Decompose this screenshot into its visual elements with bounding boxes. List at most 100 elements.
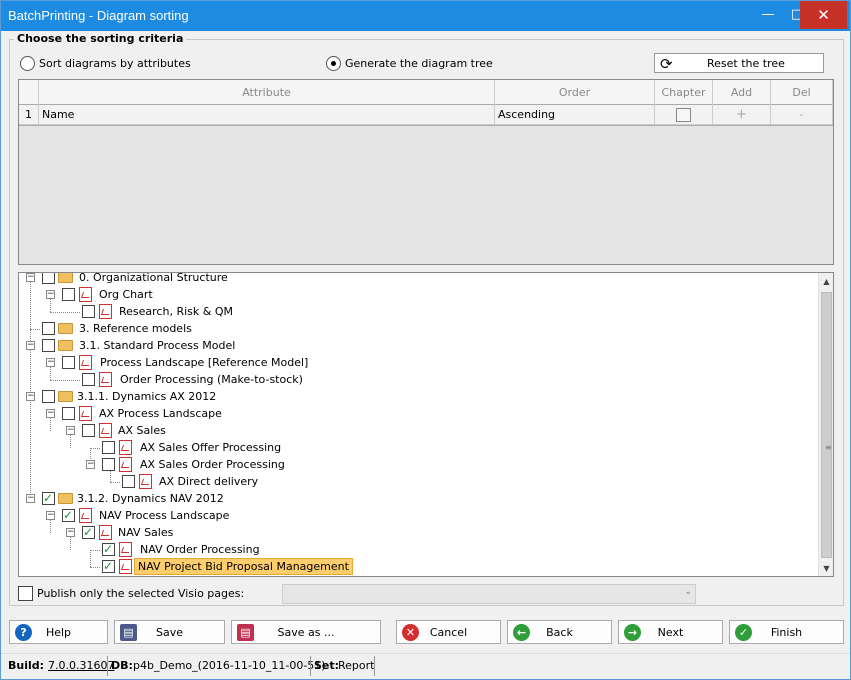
save-label: Save [155,626,183,639]
scroll-up-icon[interactable]: ▲ [819,274,833,289]
grid-del-button[interactable]: - [771,105,833,125]
tree-checkbox[interactable] [42,390,55,403]
grid-cell-attribute[interactable]: Name [39,105,495,125]
grid-row[interactable]: 1 Name Ascending + - [19,105,833,125]
collapse-toggle-icon[interactable]: − [46,511,55,520]
radio-sort-by-attributes[interactable]: Sort diagrams by attributes [20,55,191,71]
diagram-icon [79,355,92,370]
tree-connector [90,448,100,449]
tree-checkbox-checked[interactable] [62,507,75,524]
finish-button[interactable]: ✓ Finish [729,620,844,644]
tree-item[interactable]: − 3.1.1. Dynamics AX 2012 [19,388,809,405]
tree-checkbox[interactable] [62,356,75,369]
save-button[interactable]: ▤ Save [114,620,225,644]
tree-item-selected[interactable]: NAV Project Bid Proposal Management [19,558,809,575]
tree-item-label: NAV Sales [118,526,174,539]
collapse-toggle-icon[interactable]: − [26,494,35,503]
tree-checkbox[interactable] [62,407,75,420]
tree-checkbox-checked[interactable] [42,490,55,507]
tree-item[interactable]: − Process Landscape [Reference Model] [19,354,809,371]
tree-checkbox-checked[interactable] [102,541,115,558]
collapse-toggle-icon[interactable]: − [66,528,75,537]
tree-item[interactable]: NAV Order Processing [19,541,809,558]
tree-checkbox[interactable] [122,475,135,488]
tree-item[interactable]: 3. Reference models [19,320,809,337]
radio-generate-tree[interactable]: Generate the diagram tree [326,55,493,71]
tree-scrollbar[interactable]: ▲ ≡ ▼ [818,273,833,576]
scroll-down-icon[interactable]: ▼ [819,561,833,576]
tree-checkbox[interactable] [102,458,115,471]
tree-checkbox-checked[interactable] [82,524,95,541]
tree-item[interactable]: − 0. Organizational Structure [19,273,809,286]
grid-row-index: 1 [19,105,39,125]
tree-checkbox-checked[interactable] [102,558,115,575]
tree-item-label: AX Sales Order Processing [140,458,285,471]
save-as-label: Save as ... [277,626,335,639]
collapse-toggle-icon[interactable]: − [46,409,55,418]
tree-item[interactable]: − AX Process Landscape [19,405,809,422]
grid-header-order[interactable]: Order [495,80,655,105]
sorting-grid: Attribute Order Chapter Add Del 1 Name A… [18,79,834,265]
status-set-value: Report [338,659,375,672]
cancel-button[interactable]: ✕ Cancel [396,620,501,644]
title-bar[interactable]: BatchPrinting - Diagram sorting — □ ✕ [1,1,850,31]
help-label: Help [45,626,72,639]
back-button[interactable]: ← Back [507,620,612,644]
tree-item[interactable]: − NAV Sales [19,524,809,541]
collapse-toggle-icon[interactable]: − [26,341,35,350]
tree-checkbox[interactable] [42,273,55,284]
status-separator [310,656,311,676]
help-button[interactable]: ? Help [9,620,108,644]
collapse-toggle-icon[interactable]: − [46,358,55,367]
tree-checkbox[interactable] [82,305,95,318]
grid-header-chapter[interactable]: Chapter [655,80,713,105]
grid-cell-order[interactable]: Ascending [495,105,655,125]
tree-checkbox[interactable] [42,339,55,352]
publish-checkbox-box[interactable] [18,586,33,601]
grid-add-button[interactable]: + [713,105,771,125]
tree-item[interactable]: − 3.1. Standard Process Model [19,337,809,354]
chevron-down-icon: ⌄ [684,587,692,597]
reset-tree-button[interactable]: ⟳ Reset the tree [654,53,824,73]
radio-circle-icon [20,55,35,71]
publish-pages-combo[interactable]: ⌄ [282,584,696,604]
tree-checkbox[interactable] [82,424,95,437]
tree-checkbox[interactable] [102,441,115,454]
chapter-checkbox[interactable] [676,108,691,122]
tree-item[interactable]: AX Direct delivery [19,473,809,490]
folder-icon [58,340,73,351]
tree-item[interactable]: − NAV Process Landscape [19,507,809,524]
collapse-toggle-icon[interactable]: − [86,460,95,469]
grid-header-attribute[interactable]: Attribute [39,80,495,105]
close-icon[interactable]: ✕ [800,1,847,29]
grid-cell-chapter [655,105,713,125]
grid-header-add[interactable]: Add [713,80,771,105]
tree-checkbox[interactable] [82,373,95,386]
next-button[interactable]: → Next [618,620,723,644]
tree-item-label: Org Chart [99,288,153,301]
tree-item[interactable]: Order Processing (Make-to-stock) [19,371,809,388]
grid-header-del[interactable]: Del [771,80,833,105]
status-build-value[interactable]: 7.0.0.31607 [48,659,114,672]
tree-checkbox[interactable] [42,322,55,335]
tree-item-label: Research, Risk & QM [119,305,233,318]
tree-item[interactable]: − Org Chart [19,286,809,303]
collapse-toggle-icon[interactable]: − [26,392,35,401]
tree-checkbox[interactable] [62,288,75,301]
save-as-button[interactable]: ▤ Save as ... [231,620,381,644]
minimize-icon[interactable]: — [753,1,783,29]
tree-item[interactable]: − AX Sales [19,422,809,439]
tree-item[interactable]: AX Sales Offer Processing [19,439,809,456]
tree-item[interactable]: Research, Risk & QM [19,303,809,320]
tree-item-label: 3.1.2. Dynamics NAV 2012 [77,492,224,505]
publish-selected-checkbox[interactable]: Publish only the selected Visio pages: [18,586,244,601]
scrollbar-thumb[interactable]: ≡ [821,292,832,558]
collapse-toggle-icon[interactable]: − [26,273,35,282]
status-db-value: p4b_Demo_(2016-11-10_11-00-51) [133,659,326,672]
diagram-icon [119,559,132,574]
tree-item[interactable]: − 3.1.2. Dynamics NAV 2012 [19,490,809,507]
collapse-toggle-icon[interactable]: − [46,290,55,299]
tree-item[interactable]: − AX Sales Order Processing [19,456,809,473]
tree-connector [90,567,100,568]
collapse-toggle-icon[interactable]: − [66,426,75,435]
